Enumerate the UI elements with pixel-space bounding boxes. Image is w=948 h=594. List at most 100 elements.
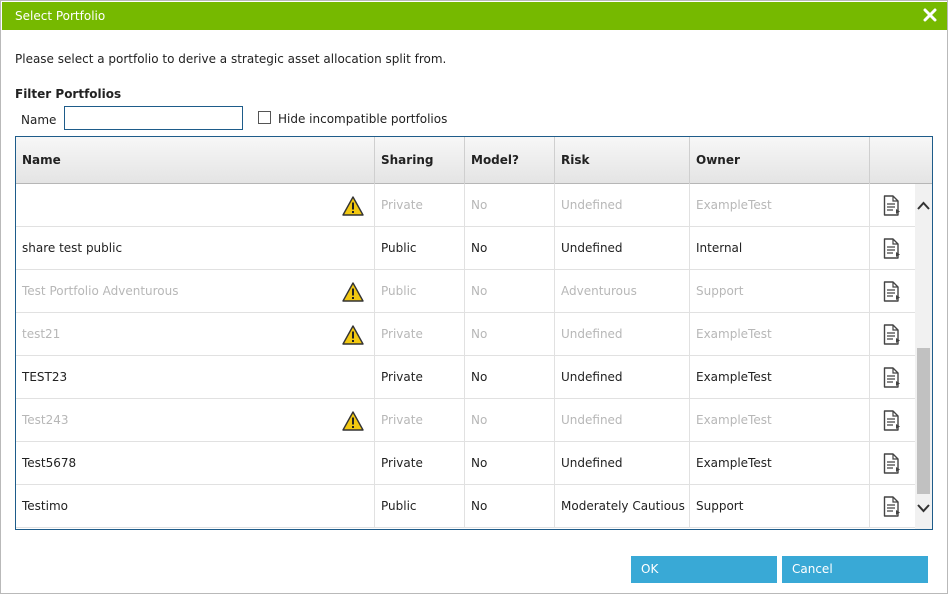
- document-details-icon[interactable]: [883, 281, 901, 302]
- row-name-cell: test21: [16, 313, 375, 356]
- hide-incompatible-checkbox[interactable]: [258, 111, 271, 124]
- row-sharing: Private: [375, 442, 465, 485]
- row-owner: Internal: [690, 227, 870, 270]
- row-name: TEST23: [22, 370, 68, 384]
- row-name-cell: [16, 184, 375, 227]
- row-owner: Support: [690, 485, 870, 528]
- row-sharing: Public: [375, 485, 465, 528]
- table-row[interactable]: test21 Private No Undefined ExampleTest: [16, 313, 915, 356]
- document-details-icon[interactable]: [883, 453, 901, 474]
- warning-icon: [342, 196, 364, 216]
- table-body: Private No Undefined ExampleTest share t…: [16, 184, 932, 529]
- table-scrollbar[interactable]: [915, 184, 932, 529]
- dialog-title: Select Portfolio: [15, 9, 106, 23]
- row-sharing: Private: [375, 184, 465, 227]
- table-row[interactable]: Testimo Public No Moderately Cautious Su…: [16, 485, 915, 528]
- row-sharing: Private: [375, 399, 465, 442]
- row-action-cell: [870, 313, 915, 356]
- row-owner: ExampleTest: [690, 356, 870, 399]
- row-model: No: [465, 485, 555, 528]
- intro-text: Please select a portfolio to derive a st…: [15, 52, 447, 66]
- row-model: No: [465, 399, 555, 442]
- cancel-button[interactable]: Cancel: [782, 556, 928, 583]
- warning-icon: [342, 282, 364, 302]
- row-owner: Support: [690, 270, 870, 313]
- column-header-model[interactable]: Model?: [465, 137, 555, 184]
- row-model: No: [465, 270, 555, 313]
- row-name-cell: TEST23: [16, 356, 375, 399]
- row-sharing: Public: [375, 270, 465, 313]
- scrollbar-thumb[interactable]: [917, 348, 930, 494]
- warning-icon: [342, 411, 364, 431]
- document-details-icon[interactable]: [883, 410, 901, 431]
- row-risk: Undefined: [555, 313, 690, 356]
- select-portfolio-dialog: Select Portfolio Please select a portfol…: [0, 0, 948, 594]
- table-row[interactable]: share test public Public No Undefined In…: [16, 227, 915, 270]
- document-details-icon[interactable]: [883, 496, 901, 517]
- close-icon[interactable]: [923, 8, 937, 22]
- row-name-cell: Testimo: [16, 485, 375, 528]
- row-sharing: Private: [375, 356, 465, 399]
- filter-heading: Filter Portfolios: [15, 87, 122, 101]
- column-header-name[interactable]: Name: [16, 137, 375, 184]
- row-owner: ExampleTest: [690, 442, 870, 485]
- row-action-cell: [870, 442, 915, 485]
- scroll-up-icon[interactable]: [915, 198, 932, 214]
- row-action-cell: [870, 356, 915, 399]
- document-details-icon[interactable]: [883, 195, 901, 216]
- column-header-risk[interactable]: Risk: [555, 137, 690, 184]
- row-owner: ExampleTest: [690, 399, 870, 442]
- scroll-down-icon[interactable]: [915, 500, 932, 516]
- row-risk: Moderately Cautious: [555, 485, 690, 528]
- row-sharing: Private: [375, 313, 465, 356]
- row-name: share test public: [22, 241, 123, 255]
- warning-icon: [342, 325, 364, 345]
- row-action-cell: [870, 227, 915, 270]
- row-owner: ExampleTest: [690, 184, 870, 227]
- row-name: Test243: [22, 413, 69, 427]
- row-model: No: [465, 184, 555, 227]
- table-header: Name Sharing Model? Risk Owner: [16, 137, 932, 184]
- row-model: No: [465, 442, 555, 485]
- table-row[interactable]: TEST23 Private No Undefined ExampleTest: [16, 356, 915, 399]
- row-name-cell: Test5678: [16, 442, 375, 485]
- table-row[interactable]: Test243 Private No Undefined ExampleTest: [16, 399, 915, 442]
- column-header-actions: [870, 137, 932, 184]
- name-filter-label: Name: [21, 113, 57, 127]
- row-name-cell: Test Portfolio Adventurous: [16, 270, 375, 313]
- document-details-icon[interactable]: [883, 367, 901, 388]
- row-name-cell: Test243: [16, 399, 375, 442]
- row-action-cell: [870, 184, 915, 227]
- row-risk: Undefined: [555, 227, 690, 270]
- name-filter-input[interactable]: [64, 106, 243, 130]
- row-action-cell: [870, 485, 915, 528]
- document-details-icon[interactable]: [883, 324, 901, 345]
- row-action-cell: [870, 270, 915, 313]
- table-row[interactable]: Test5678 Private No Undefined ExampleTes…: [16, 442, 915, 485]
- row-name: Test5678: [22, 456, 77, 470]
- dialog-titlebar: Select Portfolio: [2, 2, 947, 30]
- table-row[interactable]: Private No Undefined ExampleTest: [16, 184, 915, 227]
- row-risk: Undefined: [555, 356, 690, 399]
- table-row[interactable]: Test Portfolio Adventurous Public No Adv…: [16, 270, 915, 313]
- column-header-owner[interactable]: Owner: [690, 137, 870, 184]
- row-risk: Undefined: [555, 399, 690, 442]
- row-name: Testimo: [22, 499, 68, 513]
- document-details-icon[interactable]: [883, 238, 901, 259]
- row-model: No: [465, 356, 555, 399]
- row-owner: ExampleTest: [690, 313, 870, 356]
- row-model: No: [465, 227, 555, 270]
- row-risk: Undefined: [555, 442, 690, 485]
- row-risk: Adventurous: [555, 270, 690, 313]
- row-action-cell: [870, 399, 915, 442]
- row-name: test21: [22, 327, 61, 341]
- ok-button[interactable]: OK: [631, 556, 777, 583]
- portfolio-table: Name Sharing Model? Risk Owner Private N…: [15, 136, 933, 530]
- column-header-sharing[interactable]: Sharing: [375, 137, 465, 184]
- row-risk: Undefined: [555, 184, 690, 227]
- row-model: No: [465, 313, 555, 356]
- hide-incompatible-label[interactable]: Hide incompatible portfolios: [278, 112, 447, 126]
- row-sharing: Public: [375, 227, 465, 270]
- row-name: Test Portfolio Adventurous: [22, 284, 179, 298]
- row-name-cell: share test public: [16, 227, 375, 270]
